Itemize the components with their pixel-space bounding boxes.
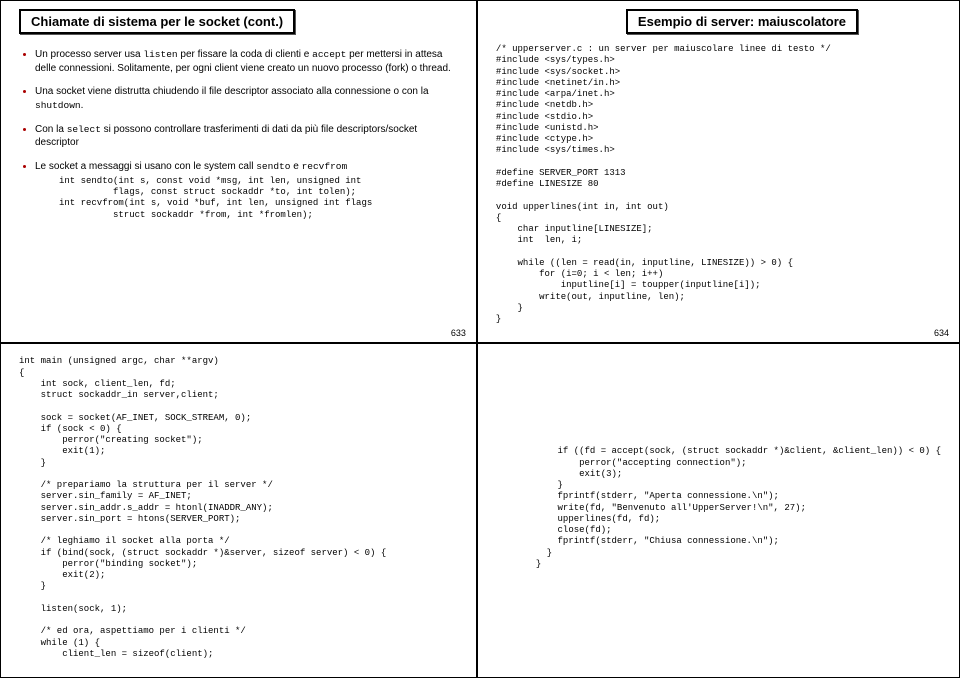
code-block: if ((fd = accept(sock, (struct sockaddr … — [536, 446, 941, 570]
code-block: /* upperserver.c : un server per maiusco… — [496, 44, 941, 325]
page-number: 634 — [934, 328, 949, 338]
bullet-item: Le socket a messaggi si usano con le sys… — [35, 160, 458, 221]
code-inline: accept — [312, 49, 346, 60]
code-inline: shutdown — [35, 100, 81, 111]
slide-634: Esempio di server: maiuscolatore /* uppe… — [477, 0, 960, 343]
code-block: int main (unsigned argc, char **argv) { … — [19, 356, 458, 660]
page-number: 633 — [451, 328, 466, 338]
bullet-item: Con la select si possono controllare tra… — [35, 123, 458, 150]
slide-636: if ((fd = accept(sock, (struct sockaddr … — [477, 343, 960, 678]
text: Una socket viene distrutta chiudendo il … — [35, 86, 429, 97]
code-inline: recvfrom — [302, 161, 348, 172]
code-block: int sendto(int s, const void *msg, int l… — [59, 176, 458, 221]
bullet-list: Un processo server usa listen per fissar… — [35, 48, 458, 221]
text: Le socket a messaggi si usano con le sys… — [35, 161, 256, 172]
bullet-item: Un processo server usa listen per fissar… — [35, 48, 458, 75]
text: . — [81, 100, 84, 111]
slide-633: Chiamate di sistema per le socket (cont.… — [0, 0, 477, 343]
bullet-item: Una socket viene distrutta chiudendo il … — [35, 85, 458, 112]
text: per fissare la coda di clienti e — [178, 49, 313, 60]
text: Un processo server usa — [35, 49, 143, 60]
slide-grid: Chiamate di sistema per le socket (cont.… — [0, 0, 960, 678]
code-inline: listen — [143, 49, 177, 60]
slide-635: int main (unsigned argc, char **argv) { … — [0, 343, 477, 678]
text: Con la — [35, 124, 67, 135]
code-inline: sendto — [256, 161, 290, 172]
code-inline: select — [67, 124, 101, 135]
text: e — [290, 161, 301, 172]
slide-title: Chiamate di sistema per le socket (cont.… — [19, 9, 295, 34]
slide-title: Esempio di server: maiuscolatore — [626, 9, 858, 34]
